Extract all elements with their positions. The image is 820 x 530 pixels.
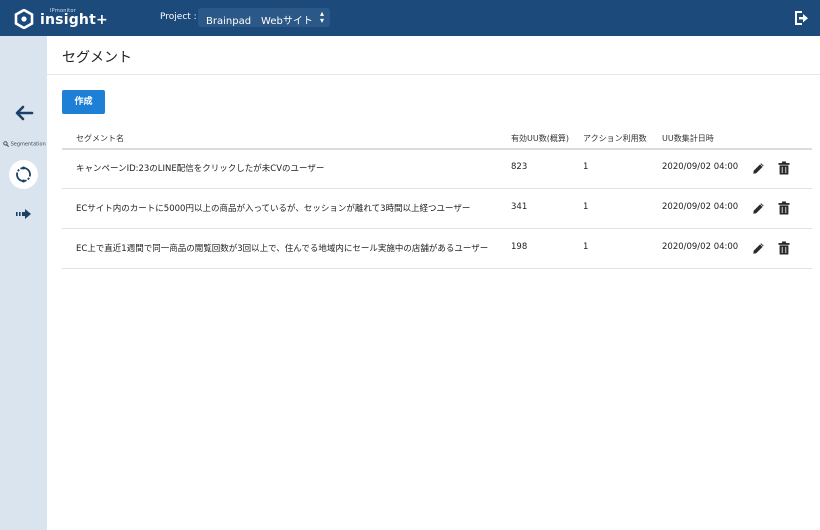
magnifier-icon (3, 141, 9, 147)
logo-icon (14, 9, 34, 29)
action-count: 1 (583, 242, 589, 252)
segment-name[interactable]: ECサイト内のカートに5000円以上の商品が入っているが、セッションが離れて3時… (76, 202, 470, 214)
logo[interactable]: IPmonitor insight+ (12, 5, 122, 31)
project-label: Project : (160, 12, 197, 22)
action-count: 1 (583, 202, 589, 212)
trash-icon[interactable] (778, 161, 790, 175)
aggregation-date: 2020/09/02 04:00 (662, 202, 739, 212)
segmentation-nav-label[interactable]: Segmentation (3, 141, 46, 148)
segment-cycle-icon (16, 166, 31, 183)
pencil-icon[interactable] (752, 242, 765, 255)
title-divider (47, 74, 820, 75)
project-select[interactable]: Brainpad Webサイト ▴ ▾ (198, 8, 330, 27)
action-count: 1 (583, 162, 589, 172)
trash-icon[interactable] (778, 241, 790, 255)
table-row: EC上で直近1週間で同一商品の閲覧回数が3回以上で、住んでる地域内にセール実施中… (62, 229, 812, 269)
uu-count: 823 (511, 162, 528, 172)
table-row: ECサイト内のカートに5000円以上の商品が入っているが、セッションが離れて3時… (62, 189, 812, 229)
updown-arrows-icon: ▴ ▾ (319, 9, 324, 25)
uu-count: 198 (511, 242, 528, 252)
logo-text: insight+ (40, 12, 108, 28)
pencil-icon[interactable] (752, 202, 765, 215)
create-button[interactable]: 作成 (62, 90, 105, 114)
segment-name[interactable]: キャンペーンID:23のLINE配信をクリックしたが未CVのユーザー (76, 162, 324, 174)
forward-arrow-icon[interactable] (16, 208, 32, 220)
segment-name[interactable]: EC上で直近1週間で同一商品の閲覧回数が3回以上で、住んでる地域内にセール実施中… (76, 242, 488, 254)
aggregation-date: 2020/09/02 04:00 (662, 242, 739, 252)
back-arrow-icon[interactable] (14, 105, 34, 121)
uu-count: 341 (511, 202, 528, 212)
project-select-value: Brainpad Webサイト (206, 16, 313, 27)
aggregation-date: 2020/09/02 04:00 (662, 162, 739, 172)
logout-icon[interactable] (793, 10, 809, 26)
page-title: セグメント (62, 50, 132, 66)
column-header-date: UU数集計日時 (662, 134, 714, 143)
pencil-icon[interactable] (752, 162, 765, 175)
top-bar: IPmonitor insight+ Project : Brainpad We… (0, 0, 820, 36)
trash-icon[interactable] (778, 201, 790, 215)
column-header-actions: アクション利用数 (583, 134, 647, 143)
table-row: キャンペーンID:23のLINE配信をクリックしたが未CVのユーザー 823 1… (62, 149, 812, 189)
sidebar: Segmentation (0, 36, 47, 530)
segmentation-label: Segmentation (10, 141, 46, 148)
segment-nav-button[interactable] (9, 160, 38, 189)
column-header-segment-name: セグメント名 (76, 134, 124, 143)
column-header-uu: 有効UU数(概算) (511, 134, 569, 143)
